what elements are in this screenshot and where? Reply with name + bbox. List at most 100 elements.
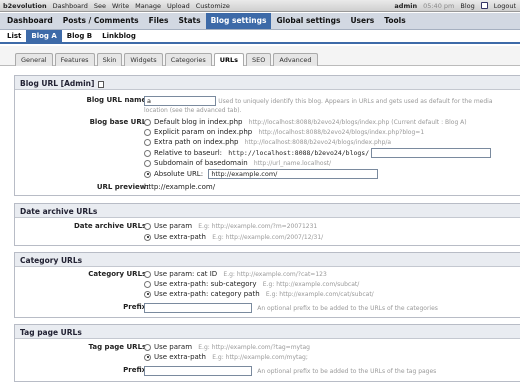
tab-dashboard[interactable]: Dashboard [2,13,58,29]
tag-panel: Tag page URLs Tag page URLs: Use param E… [14,324,520,382]
radio-absolute-url[interactable] [144,170,151,178]
panel-title: Blog URL [Admin] [15,76,520,90]
date-archive-title: Date archive URLs [15,204,520,218]
opt-relative-base: http://localhost:8088/b2evo24/blogs/ [228,149,370,157]
absolute-url-input[interactable]: http://example.com/ [208,169,379,179]
subtab-advanced[interactable]: Advanced [273,53,318,66]
category-title: Category URLs [15,253,520,267]
clock: 05:40 pm [423,1,455,10]
document-icon[interactable] [98,80,105,88]
blog-tab-b[interactable]: Blog B [62,30,97,42]
subtab-general[interactable]: General [15,53,53,66]
cat-prefix-hint: An optional prefix to be added to the UR… [257,305,438,312]
top-menu-manage[interactable]: Manage [135,2,161,10]
category-panel: Category URLs Category URLs: Use param: … [14,252,520,318]
blog-url-panel: Blog URL [Admin] Blog URL name: a Used t… [14,75,520,196]
tag-prefix-hint: An optional prefix to be added to the UR… [257,368,437,375]
blog-tab-list[interactable]: List [2,30,26,42]
logout-link[interactable]: Logout [494,2,516,10]
tab-files[interactable]: Files [144,13,174,29]
top-menu-write[interactable]: Write [112,2,129,10]
top-menu-see[interactable]: See [94,2,106,10]
date-opt-param-eg: E.g: http://example.com/?m=20071231 [198,223,318,230]
opt-default-label: Default blog in index.php [154,118,243,126]
radio-cat-param[interactable] [144,270,151,278]
tab-tools[interactable]: Tools [379,13,410,29]
opt-relative-label: Relative to baseurl: [154,149,223,157]
app-brand[interactable]: b2evolution [3,2,47,10]
date-archive-panel: Date archive URLs Date archive URLs: Use… [14,203,520,246]
opt-subdomain-label: Subdomain of basedomain [154,159,248,167]
subtab-features[interactable]: Features [54,53,95,66]
url-name-hint2: location (see the advanced tab). [144,107,242,114]
date-opt-extrapath-eg: E.g: http://example.com/2007/12/31/ [212,234,324,241]
cat-opt-subcat-eg: E.g: http://example.com/subcat/ [262,281,360,288]
tag-title: Tag page URLs [15,325,520,339]
subtab-skin[interactable]: Skin [96,53,123,66]
user-menu[interactable]: admin [394,2,417,10]
radio-cat-path[interactable] [144,290,151,298]
opt-absolute-label: Absolute URL: [154,170,204,178]
base-url-label: Blog base URL: [89,118,149,126]
radio-date-extrapath[interactable] [144,233,151,241]
cat-opt-subcat: Use extra-path: sub-category [154,280,257,288]
blog-nav: List Blog A Blog B Linkblog [0,30,520,44]
radio-subdomain[interactable] [144,159,151,167]
tab-posts-comments[interactable]: Posts / Comments [58,13,144,29]
radio-relative-baseurl[interactable] [144,149,151,157]
settings-subtabs: General Features Skin Widgets Categories… [0,46,520,66]
opt-explicit-hint: http://localhost:8088/b2evo24/blogs/inde… [258,129,425,136]
top-menu-upload[interactable]: Upload [167,2,190,10]
top-menu-dashboard[interactable]: Dashboard [53,2,88,10]
tag-opt-param: Use param [154,343,193,351]
tab-blog-settings[interactable]: Blog settings [205,13,272,29]
opt-subdomain-hint: http://url_name.localhost/ [253,160,332,167]
opt-default-hint: http://localhost:8088/b2evo24/blogs/inde… [248,119,467,126]
date-opt-extrapath: Use extra-path [154,233,206,241]
radio-tag-extrapath[interactable] [144,353,151,361]
tab-global-settings[interactable]: Global settings [271,13,345,29]
tab-stats[interactable]: Stats [173,13,205,29]
date-archive-label: Date archive URLs: [73,222,149,230]
radio-date-param[interactable] [144,222,151,230]
tag-opt-extrapath: Use extra-path [154,353,206,361]
opt-extrapath-hint: http://localhost:8088/b2evo24/blogs/inde… [244,139,392,146]
date-opt-param: Use param [154,222,193,230]
top-menu: Dashboard See Write Manage Upload Custom… [53,2,230,10]
tag-prefix-input[interactable] [144,366,252,376]
blog-link[interactable]: Blog [460,2,474,10]
subtab-categories[interactable]: Categories [164,53,212,66]
opt-extrapath-label: Extra path on index.php [154,138,239,146]
blog-tab-linkblog[interactable]: Linkblog [97,30,141,42]
radio-extra-path[interactable] [144,138,151,146]
subtab-widgets[interactable]: Widgets [124,53,163,66]
radio-cat-subcat[interactable] [144,280,151,288]
url-name-hint: Used to uniquely identify this blog. App… [218,98,493,105]
cat-opt-param-eg: E.g: http://example.com/?cat=123 [223,271,327,278]
opt-explicit-label: Explicit param on index.php [154,128,253,136]
relative-url-input[interactable] [371,148,492,158]
top-right: admin 05:40 pm Blog Logout [394,2,516,10]
blog-tab-a[interactable]: Blog A [26,30,62,42]
cat-opt-param: Use param: cat ID [154,270,218,278]
cat-opt-path-eg: E.g: http://example.com/cat/subcat/ [265,291,374,298]
tag-label: Tag page URLs: [88,343,149,351]
cat-opt-path: Use extra-path: category path [154,290,260,298]
url-name-input[interactable]: a [144,96,216,106]
radio-tag-param[interactable] [144,343,151,351]
radio-explicit-param[interactable] [144,128,151,136]
subtab-urls[interactable]: URLs [213,53,245,66]
url-name-label: Blog URL name: [86,96,149,104]
tab-users[interactable]: Users [345,13,379,29]
blog-icon[interactable] [480,2,488,9]
tag-opt-extrapath-eg: E.g: http://example.com/mytag; [212,354,308,361]
top-admin-bar: b2evolution Dashboard See Write Manage U… [0,0,520,12]
subtab-seo[interactable]: SEO [246,53,272,66]
main-nav: Dashboard Posts / Comments Files Stats B… [0,13,520,30]
radio-default-blog[interactable] [144,118,151,126]
top-menu-customize[interactable]: Customize [196,2,230,10]
url-preview-value: http://example.com/ [144,183,216,191]
blog-url-title: Blog URL [Admin] [20,79,95,88]
cat-prefix-input[interactable] [144,303,252,313]
tag-opt-param-eg: E.g: http://example.com/?tag=mytag [198,344,310,351]
